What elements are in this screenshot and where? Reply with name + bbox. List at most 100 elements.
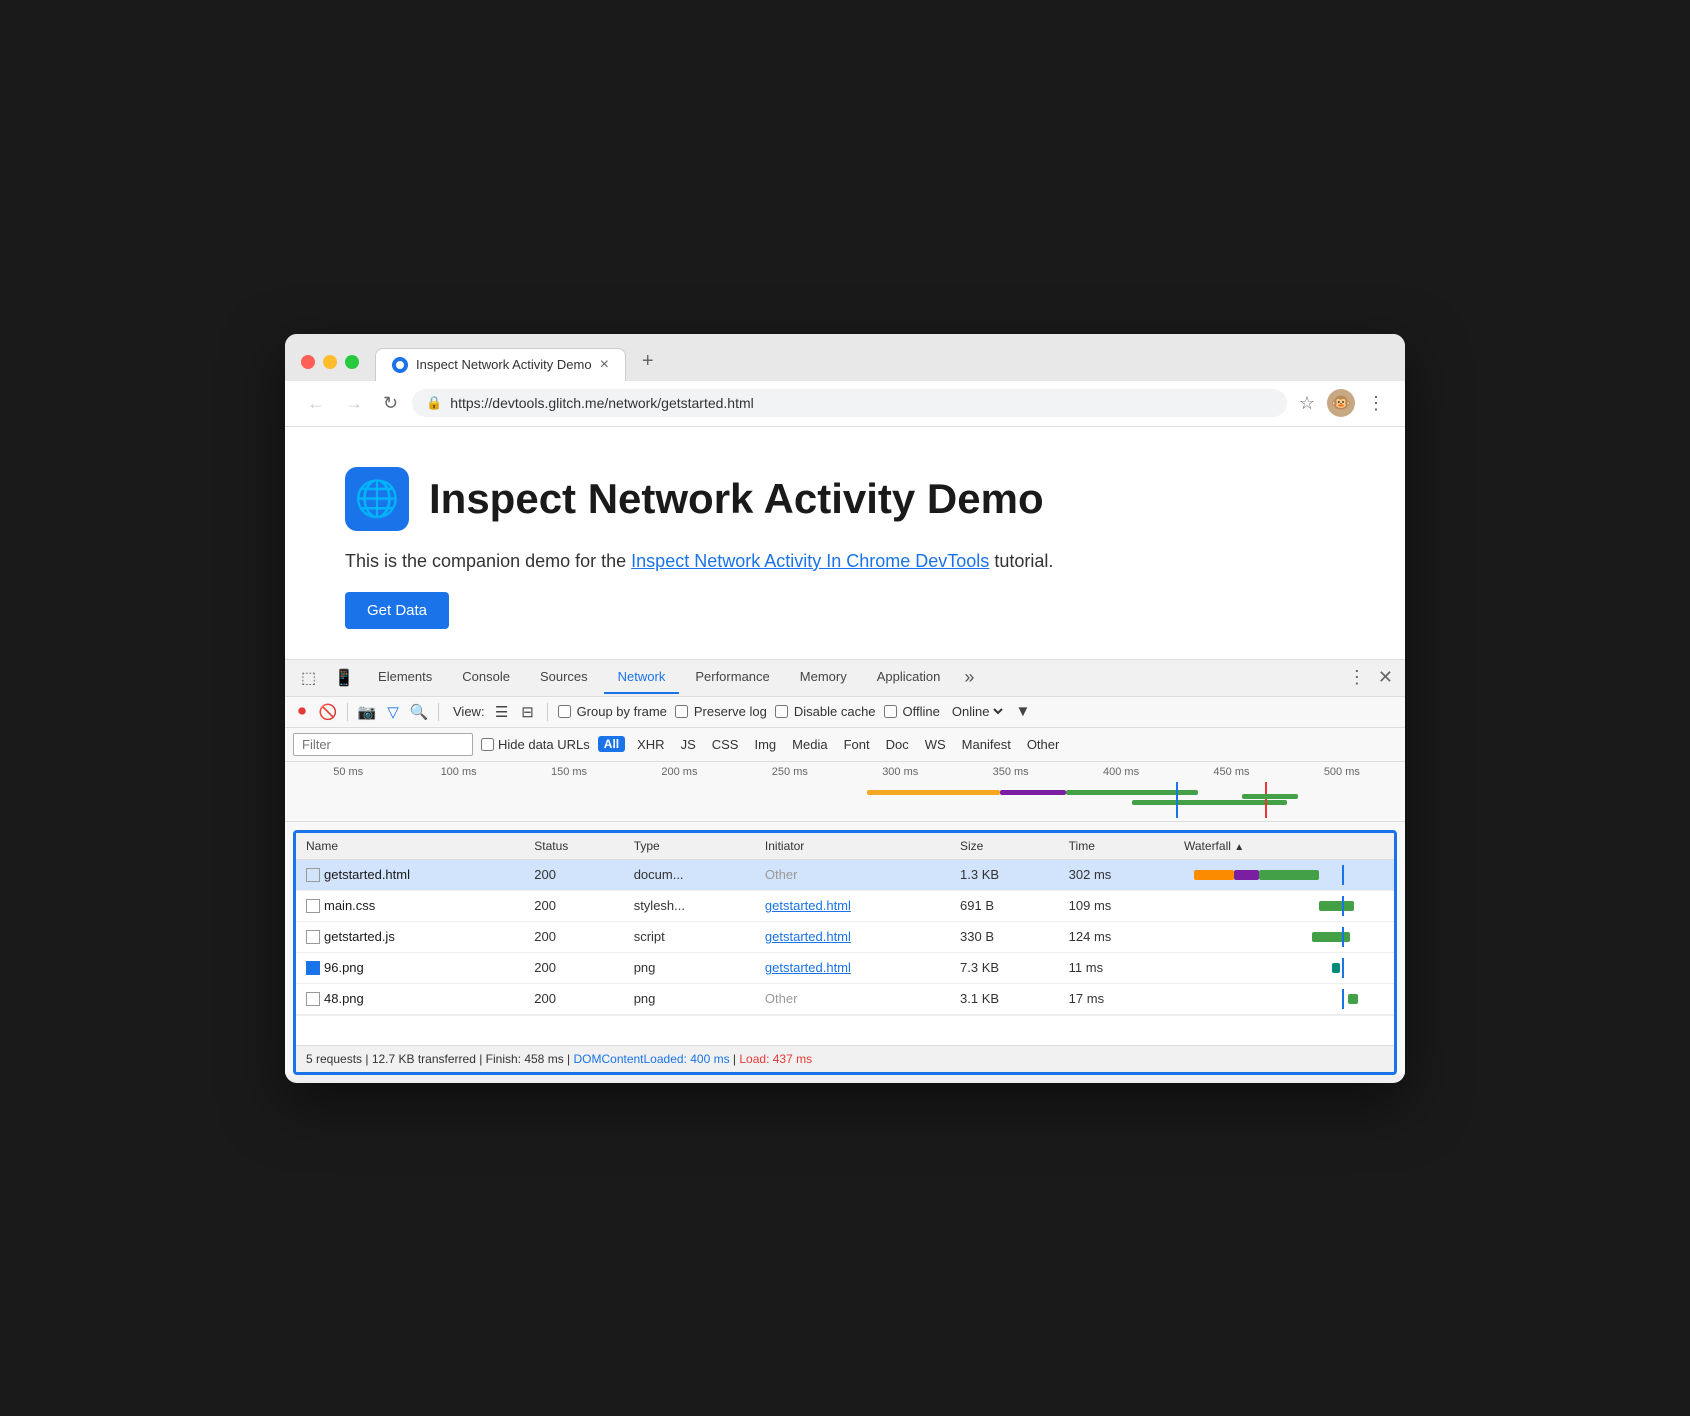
group-by-frame-text: Group by frame	[577, 704, 667, 719]
tab-console[interactable]: Console	[448, 661, 524, 694]
tab-application[interactable]: Application	[863, 661, 955, 694]
url-bar[interactable]: 🔒 https://devtools.glitch.me/network/get…	[412, 389, 1287, 417]
table-row[interactable]: 48.png 200 png Other 3.1 KB 17 ms	[296, 983, 1394, 1014]
filter-ws[interactable]: WS	[921, 735, 950, 754]
tab-performance[interactable]: Performance	[681, 661, 783, 694]
list-view-button[interactable]: ☰	[493, 703, 511, 721]
cell-size: 7.3 KB	[950, 952, 1059, 983]
lock-icon: 🔒	[426, 395, 442, 411]
cell-name: getstarted.html	[296, 859, 524, 890]
mark-350: 350 ms	[955, 766, 1065, 778]
tab-elements[interactable]: Elements	[364, 661, 446, 694]
back-button[interactable]: ←	[301, 390, 331, 416]
table-row[interactable]: getstarted.html 200 docum... Other 1.3 K…	[296, 859, 1394, 890]
tl-overview-bar-1	[867, 790, 999, 795]
tl-domcontent-line	[1176, 782, 1178, 818]
group-by-frame-checkbox[interactable]	[558, 705, 571, 718]
view-label: View:	[453, 704, 485, 719]
tab-sources[interactable]: Sources	[526, 661, 602, 694]
cell-size: 3.1 KB	[950, 983, 1059, 1014]
tab-memory[interactable]: Memory	[786, 661, 861, 694]
mark-500: 500 ms	[1287, 766, 1397, 778]
search-button[interactable]: 🔍	[410, 703, 428, 721]
hide-data-urls-text: Hide data URLs	[498, 737, 590, 752]
active-tab[interactable]: Inspect Network Activity Demo ×	[375, 348, 626, 381]
cell-time: 17 ms	[1059, 983, 1174, 1014]
disable-cache-checkbox[interactable]	[775, 705, 788, 718]
table-row[interactable]: main.css 200 stylesh... getstarted.html …	[296, 890, 1394, 921]
cell-status: 200	[524, 983, 623, 1014]
cell-type: script	[624, 921, 755, 952]
disable-cache-label[interactable]: Disable cache	[775, 704, 876, 719]
filter-img[interactable]: Img	[750, 735, 780, 754]
tab-close-button[interactable]: ×	[600, 357, 609, 373]
col-name: Name	[296, 833, 524, 860]
hide-data-urls-checkbox[interactable]	[481, 738, 494, 751]
cell-type: png	[624, 952, 755, 983]
filter-manifest[interactable]: Manifest	[958, 735, 1015, 754]
profile-avatar[interactable]: 🐵	[1327, 389, 1355, 417]
mark-100: 100 ms	[403, 766, 513, 778]
filter-font[interactable]: Font	[840, 735, 874, 754]
group-by-frame-label[interactable]: Group by frame	[558, 704, 667, 719]
devtools-tabs: ⬚ 📱 Elements Console Sources Network Per…	[285, 660, 1405, 697]
camera-button[interactable]: 📷	[358, 703, 376, 721]
close-button[interactable]	[301, 355, 315, 369]
throttle-select[interactable]: Online	[948, 703, 1006, 720]
maximize-button[interactable]	[345, 355, 359, 369]
get-data-button[interactable]: Get Data	[345, 592, 449, 629]
cell-waterfall	[1174, 890, 1394, 921]
throttle-dropdown-icon[interactable]: ▼	[1014, 703, 1032, 721]
filter-media[interactable]: Media	[788, 735, 831, 754]
tab-favicon	[392, 357, 408, 373]
col-status: Status	[524, 833, 623, 860]
cell-initiator: Other	[755, 983, 950, 1014]
table-row[interactable]: getstarted.js 200 script getstarted.html…	[296, 921, 1394, 952]
table-row[interactable]: 96.png 200 png getstarted.html 7.3 KB 11…	[296, 952, 1394, 983]
cell-size: 1.3 KB	[950, 859, 1059, 890]
all-filter-badge[interactable]: All	[598, 736, 625, 752]
subtitle-link[interactable]: Inspect Network Activity In Chrome DevTo…	[631, 551, 989, 571]
preserve-log-checkbox[interactable]	[675, 705, 688, 718]
devtools-close-button[interactable]: ✕	[1374, 663, 1397, 692]
new-tab-button[interactable]: +	[634, 346, 662, 377]
filter-xhr[interactable]: XHR	[633, 735, 668, 754]
title-bar: Inspect Network Activity Demo × +	[285, 334, 1405, 381]
bookmark-button[interactable]: ☆	[1295, 389, 1319, 418]
device-icon[interactable]: 📱	[326, 660, 362, 696]
cell-waterfall	[1174, 859, 1394, 890]
reload-button[interactable]: ↻	[377, 390, 404, 416]
inspect-icon[interactable]: ⬚	[293, 660, 324, 696]
record-button[interactable]: ⏺	[293, 703, 311, 721]
offline-label[interactable]: Offline	[884, 704, 940, 719]
waterfall-view-button[interactable]: ⊟	[519, 703, 537, 721]
cell-initiator: Other	[755, 859, 950, 890]
minimize-button[interactable]	[323, 355, 337, 369]
forward-button[interactable]: →	[339, 390, 369, 416]
tl-overview-bar-4	[1132, 800, 1287, 805]
preserve-log-label[interactable]: Preserve log	[675, 704, 767, 719]
filter-input[interactable]	[293, 733, 473, 756]
cell-name: main.css	[296, 890, 524, 921]
clear-button[interactable]: 🚫	[319, 703, 337, 721]
filter-css[interactable]: CSS	[708, 735, 743, 754]
mark-400: 400 ms	[1066, 766, 1176, 778]
filter-button[interactable]: ▽	[384, 703, 402, 721]
filter-other[interactable]: Other	[1023, 735, 1064, 754]
initiator-link[interactable]: getstarted.html	[765, 960, 851, 975]
col-time: Time	[1059, 833, 1174, 860]
tab-network[interactable]: Network	[604, 661, 680, 694]
hide-data-urls-label[interactable]: Hide data URLs	[481, 737, 590, 752]
offline-checkbox[interactable]	[884, 705, 897, 718]
initiator-link[interactable]: getstarted.html	[765, 929, 851, 944]
filter-doc[interactable]: Doc	[882, 735, 913, 754]
devtools-menu-button[interactable]: ⋮	[1344, 663, 1370, 692]
col-waterfall: Waterfall ▲	[1174, 833, 1394, 860]
cell-name: getstarted.js	[296, 921, 524, 952]
mark-200: 200 ms	[624, 766, 734, 778]
filter-js[interactable]: JS	[677, 735, 700, 754]
initiator-link[interactable]: getstarted.html	[765, 898, 851, 913]
cell-time: 11 ms	[1059, 952, 1174, 983]
menu-button[interactable]: ⋮	[1363, 389, 1389, 418]
more-tabs-button[interactable]: »	[956, 661, 982, 694]
